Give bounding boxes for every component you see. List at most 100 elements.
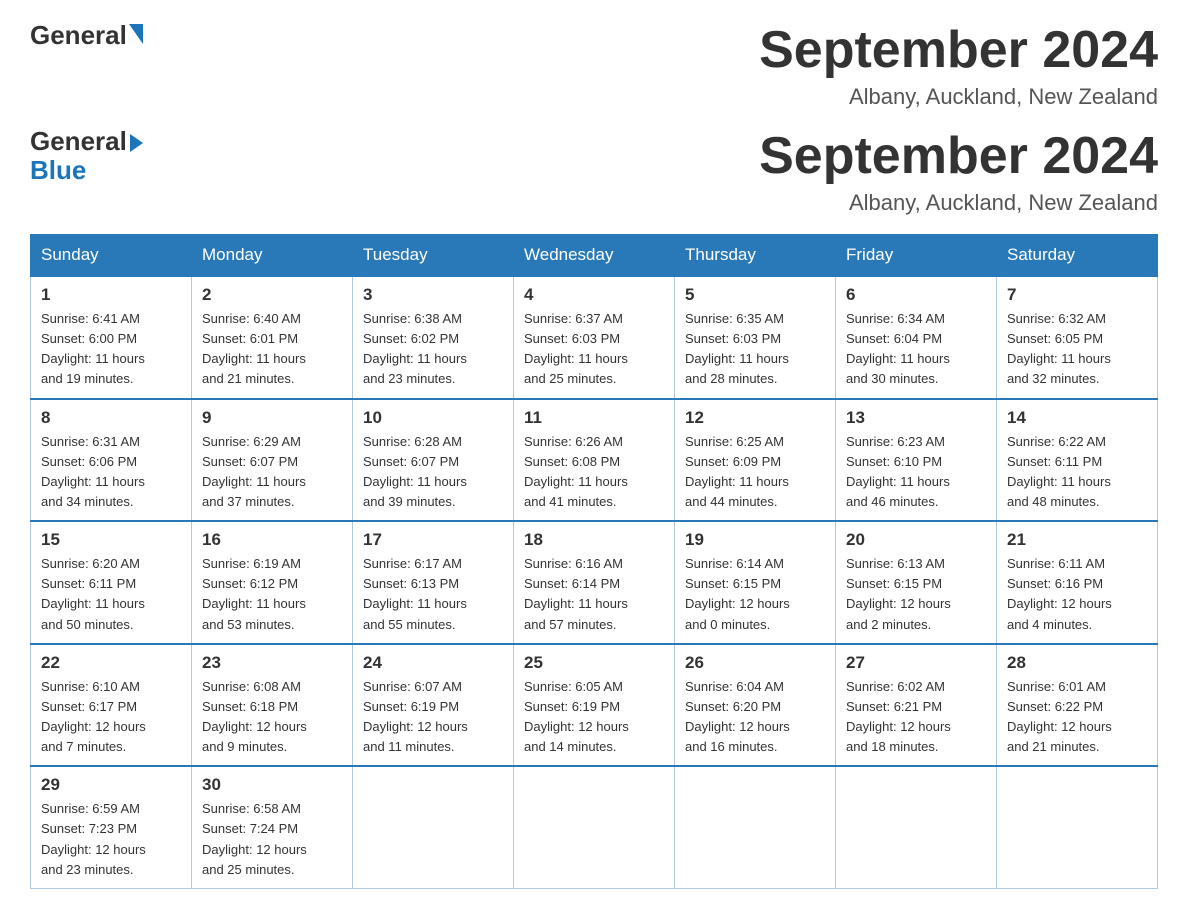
calendar-cell-w3-d5: 19 Sunrise: 6:14 AM Sunset: 6:15 PM Dayl… [675, 521, 836, 644]
day-info: Sunrise: 6:20 AM Sunset: 6:11 PM Dayligh… [41, 554, 181, 635]
day-number: 28 [1007, 653, 1147, 673]
day-info: Sunrise: 6:19 AM Sunset: 6:12 PM Dayligh… [202, 554, 342, 635]
logo: General General [30, 20, 143, 24]
calendar-cell-w5-d3 [353, 766, 514, 888]
calendar-cell-w1-d2: 2 Sunrise: 6:40 AM Sunset: 6:01 PM Dayli… [192, 276, 353, 399]
day-number: 9 [202, 408, 342, 428]
calendar-cell-w1-d6: 6 Sunrise: 6:34 AM Sunset: 6:04 PM Dayli… [836, 276, 997, 399]
calendar-cell-w2-d4: 11 Sunrise: 6:26 AM Sunset: 6:08 PM Dayl… [514, 399, 675, 522]
logo-arrow-icon [130, 134, 143, 152]
page-header: General General September 2024 Albany, A… [30, 20, 1158, 110]
day-number: 5 [685, 285, 825, 305]
day-info: Sunrise: 6:05 AM Sunset: 6:19 PM Dayligh… [524, 677, 664, 758]
day-number: 25 [524, 653, 664, 673]
day-number: 19 [685, 530, 825, 550]
day-number: 2 [202, 285, 342, 305]
calendar-cell-w3-d3: 17 Sunrise: 6:17 AM Sunset: 6:13 PM Dayl… [353, 521, 514, 644]
day-info: Sunrise: 6:23 AM Sunset: 6:10 PM Dayligh… [846, 432, 986, 513]
calendar-week-1: 1 Sunrise: 6:41 AM Sunset: 6:00 PM Dayli… [31, 276, 1158, 399]
location-text: Albany, Auckland, New Zealand [759, 190, 1158, 216]
calendar-cell-w1-d5: 5 Sunrise: 6:35 AM Sunset: 6:03 PM Dayli… [675, 276, 836, 399]
calendar-cell-w4-d1: 22 Sunrise: 6:10 AM Sunset: 6:17 PM Dayl… [31, 644, 192, 767]
day-info: Sunrise: 6:35 AM Sunset: 6:03 PM Dayligh… [685, 309, 825, 390]
day-info: Sunrise: 6:38 AM Sunset: 6:02 PM Dayligh… [363, 309, 503, 390]
calendar-cell-w5-d6 [836, 766, 997, 888]
calendar-cell-w1-d4: 4 Sunrise: 6:37 AM Sunset: 6:03 PM Dayli… [514, 276, 675, 399]
header-saturday: Saturday [997, 235, 1158, 277]
day-number: 12 [685, 408, 825, 428]
calendar-table: Sunday Monday Tuesday Wednesday Thursday… [30, 234, 1158, 889]
day-number: 20 [846, 530, 986, 550]
calendar-week-3: 15 Sunrise: 6:20 AM Sunset: 6:11 PM Dayl… [31, 521, 1158, 644]
header-wednesday: Wednesday [514, 235, 675, 277]
calendar-cell-w5-d1: 29 Sunrise: 6:59 AM Sunset: 7:23 PM Dayl… [31, 766, 192, 888]
day-number: 4 [524, 285, 664, 305]
day-number: 7 [1007, 285, 1147, 305]
calendar-cell-w3-d2: 16 Sunrise: 6:19 AM Sunset: 6:12 PM Dayl… [192, 521, 353, 644]
month-title: September 2024 [759, 126, 1158, 186]
day-number: 1 [41, 285, 181, 305]
calendar-header-row: Sunday Monday Tuesday Wednesday Thursday… [31, 235, 1158, 277]
title-area: September 2024 Albany, Auckland, New Zea… [759, 126, 1158, 216]
calendar-cell-w1-d7: 7 Sunrise: 6:32 AM Sunset: 6:05 PM Dayli… [997, 276, 1158, 399]
calendar-cell-w2-d2: 9 Sunrise: 6:29 AM Sunset: 6:07 PM Dayli… [192, 399, 353, 522]
day-number: 21 [1007, 530, 1147, 550]
day-info: Sunrise: 6:01 AM Sunset: 6:22 PM Dayligh… [1007, 677, 1147, 758]
day-number: 10 [363, 408, 503, 428]
day-info: Sunrise: 6:25 AM Sunset: 6:09 PM Dayligh… [685, 432, 825, 513]
calendar-cell-w3-d1: 15 Sunrise: 6:20 AM Sunset: 6:11 PM Dayl… [31, 521, 192, 644]
header-monday: Monday [192, 235, 353, 277]
logo-general-label: General [30, 126, 127, 157]
calendar-cell-w5-d5 [675, 766, 836, 888]
day-info: Sunrise: 6:41 AM Sunset: 6:00 PM Dayligh… [41, 309, 181, 390]
calendar-cell-w4-d3: 24 Sunrise: 6:07 AM Sunset: 6:19 PM Dayl… [353, 644, 514, 767]
calendar-cell-w2-d7: 14 Sunrise: 6:22 AM Sunset: 6:11 PM Dayl… [997, 399, 1158, 522]
logo-blue-label: Blue [30, 155, 143, 186]
calendar-cell-w3-d7: 21 Sunrise: 6:11 AM Sunset: 6:16 PM Dayl… [997, 521, 1158, 644]
header-tuesday: Tuesday [353, 235, 514, 277]
calendar-cell-w2-d3: 10 Sunrise: 6:28 AM Sunset: 6:07 PM Dayl… [353, 399, 514, 522]
day-number: 3 [363, 285, 503, 305]
calendar-cell-w1-d1: 1 Sunrise: 6:41 AM Sunset: 6:00 PM Dayli… [31, 276, 192, 399]
day-info: Sunrise: 6:29 AM Sunset: 6:07 PM Dayligh… [202, 432, 342, 513]
calendar-title-area: September 2024 Albany, Auckland, New Zea… [759, 20, 1158, 110]
day-info: Sunrise: 6:40 AM Sunset: 6:01 PM Dayligh… [202, 309, 342, 390]
calendar-cell-w1-d3: 3 Sunrise: 6:38 AM Sunset: 6:02 PM Dayli… [353, 276, 514, 399]
calendar-cell-w4-d6: 27 Sunrise: 6:02 AM Sunset: 6:21 PM Dayl… [836, 644, 997, 767]
day-number: 22 [41, 653, 181, 673]
day-number: 15 [41, 530, 181, 550]
calendar-cell-w4-d5: 26 Sunrise: 6:04 AM Sunset: 6:20 PM Dayl… [675, 644, 836, 767]
day-number: 27 [846, 653, 986, 673]
calendar-week-5: 29 Sunrise: 6:59 AM Sunset: 7:23 PM Dayl… [31, 766, 1158, 888]
calendar-cell-w5-d2: 30 Sunrise: 6:58 AM Sunset: 7:24 PM Dayl… [192, 766, 353, 888]
day-info: Sunrise: 6:07 AM Sunset: 6:19 PM Dayligh… [363, 677, 503, 758]
day-info: Sunrise: 6:37 AM Sunset: 6:03 PM Dayligh… [524, 309, 664, 390]
day-number: 6 [846, 285, 986, 305]
day-number: 17 [363, 530, 503, 550]
day-info: Sunrise: 6:11 AM Sunset: 6:16 PM Dayligh… [1007, 554, 1147, 635]
day-number: 29 [41, 775, 181, 795]
day-info: Sunrise: 6:22 AM Sunset: 6:11 PM Dayligh… [1007, 432, 1147, 513]
day-info: Sunrise: 6:31 AM Sunset: 6:06 PM Dayligh… [41, 432, 181, 513]
calendar-cell-w4-d4: 25 Sunrise: 6:05 AM Sunset: 6:19 PM Dayl… [514, 644, 675, 767]
calendar-cell-w5-d7 [997, 766, 1158, 888]
calendar-cell-w3-d6: 20 Sunrise: 6:13 AM Sunset: 6:15 PM Dayl… [836, 521, 997, 644]
day-number: 8 [41, 408, 181, 428]
logo-block: General Blue [30, 126, 143, 186]
calendar-cell-w3-d4: 18 Sunrise: 6:16 AM Sunset: 6:14 PM Dayl… [514, 521, 675, 644]
calendar-cell-w2-d6: 13 Sunrise: 6:23 AM Sunset: 6:10 PM Dayl… [836, 399, 997, 522]
calendar-week-4: 22 Sunrise: 6:10 AM Sunset: 6:17 PM Dayl… [31, 644, 1158, 767]
month-year-title: September 2024 [759, 20, 1158, 80]
day-number: 24 [363, 653, 503, 673]
calendar-cell-w2-d1: 8 Sunrise: 6:31 AM Sunset: 6:06 PM Dayli… [31, 399, 192, 522]
day-info: Sunrise: 6:58 AM Sunset: 7:24 PM Dayligh… [202, 799, 342, 880]
day-info: Sunrise: 6:13 AM Sunset: 6:15 PM Dayligh… [846, 554, 986, 635]
day-info: Sunrise: 6:17 AM Sunset: 6:13 PM Dayligh… [363, 554, 503, 635]
day-info: Sunrise: 6:10 AM Sunset: 6:17 PM Dayligh… [41, 677, 181, 758]
day-number: 13 [846, 408, 986, 428]
day-info: Sunrise: 6:59 AM Sunset: 7:23 PM Dayligh… [41, 799, 181, 880]
day-info: Sunrise: 6:34 AM Sunset: 6:04 PM Dayligh… [846, 309, 986, 390]
calendar-cell-w4-d7: 28 Sunrise: 6:01 AM Sunset: 6:22 PM Dayl… [997, 644, 1158, 767]
calendar-cell-w5-d4 [514, 766, 675, 888]
day-number: 11 [524, 408, 664, 428]
